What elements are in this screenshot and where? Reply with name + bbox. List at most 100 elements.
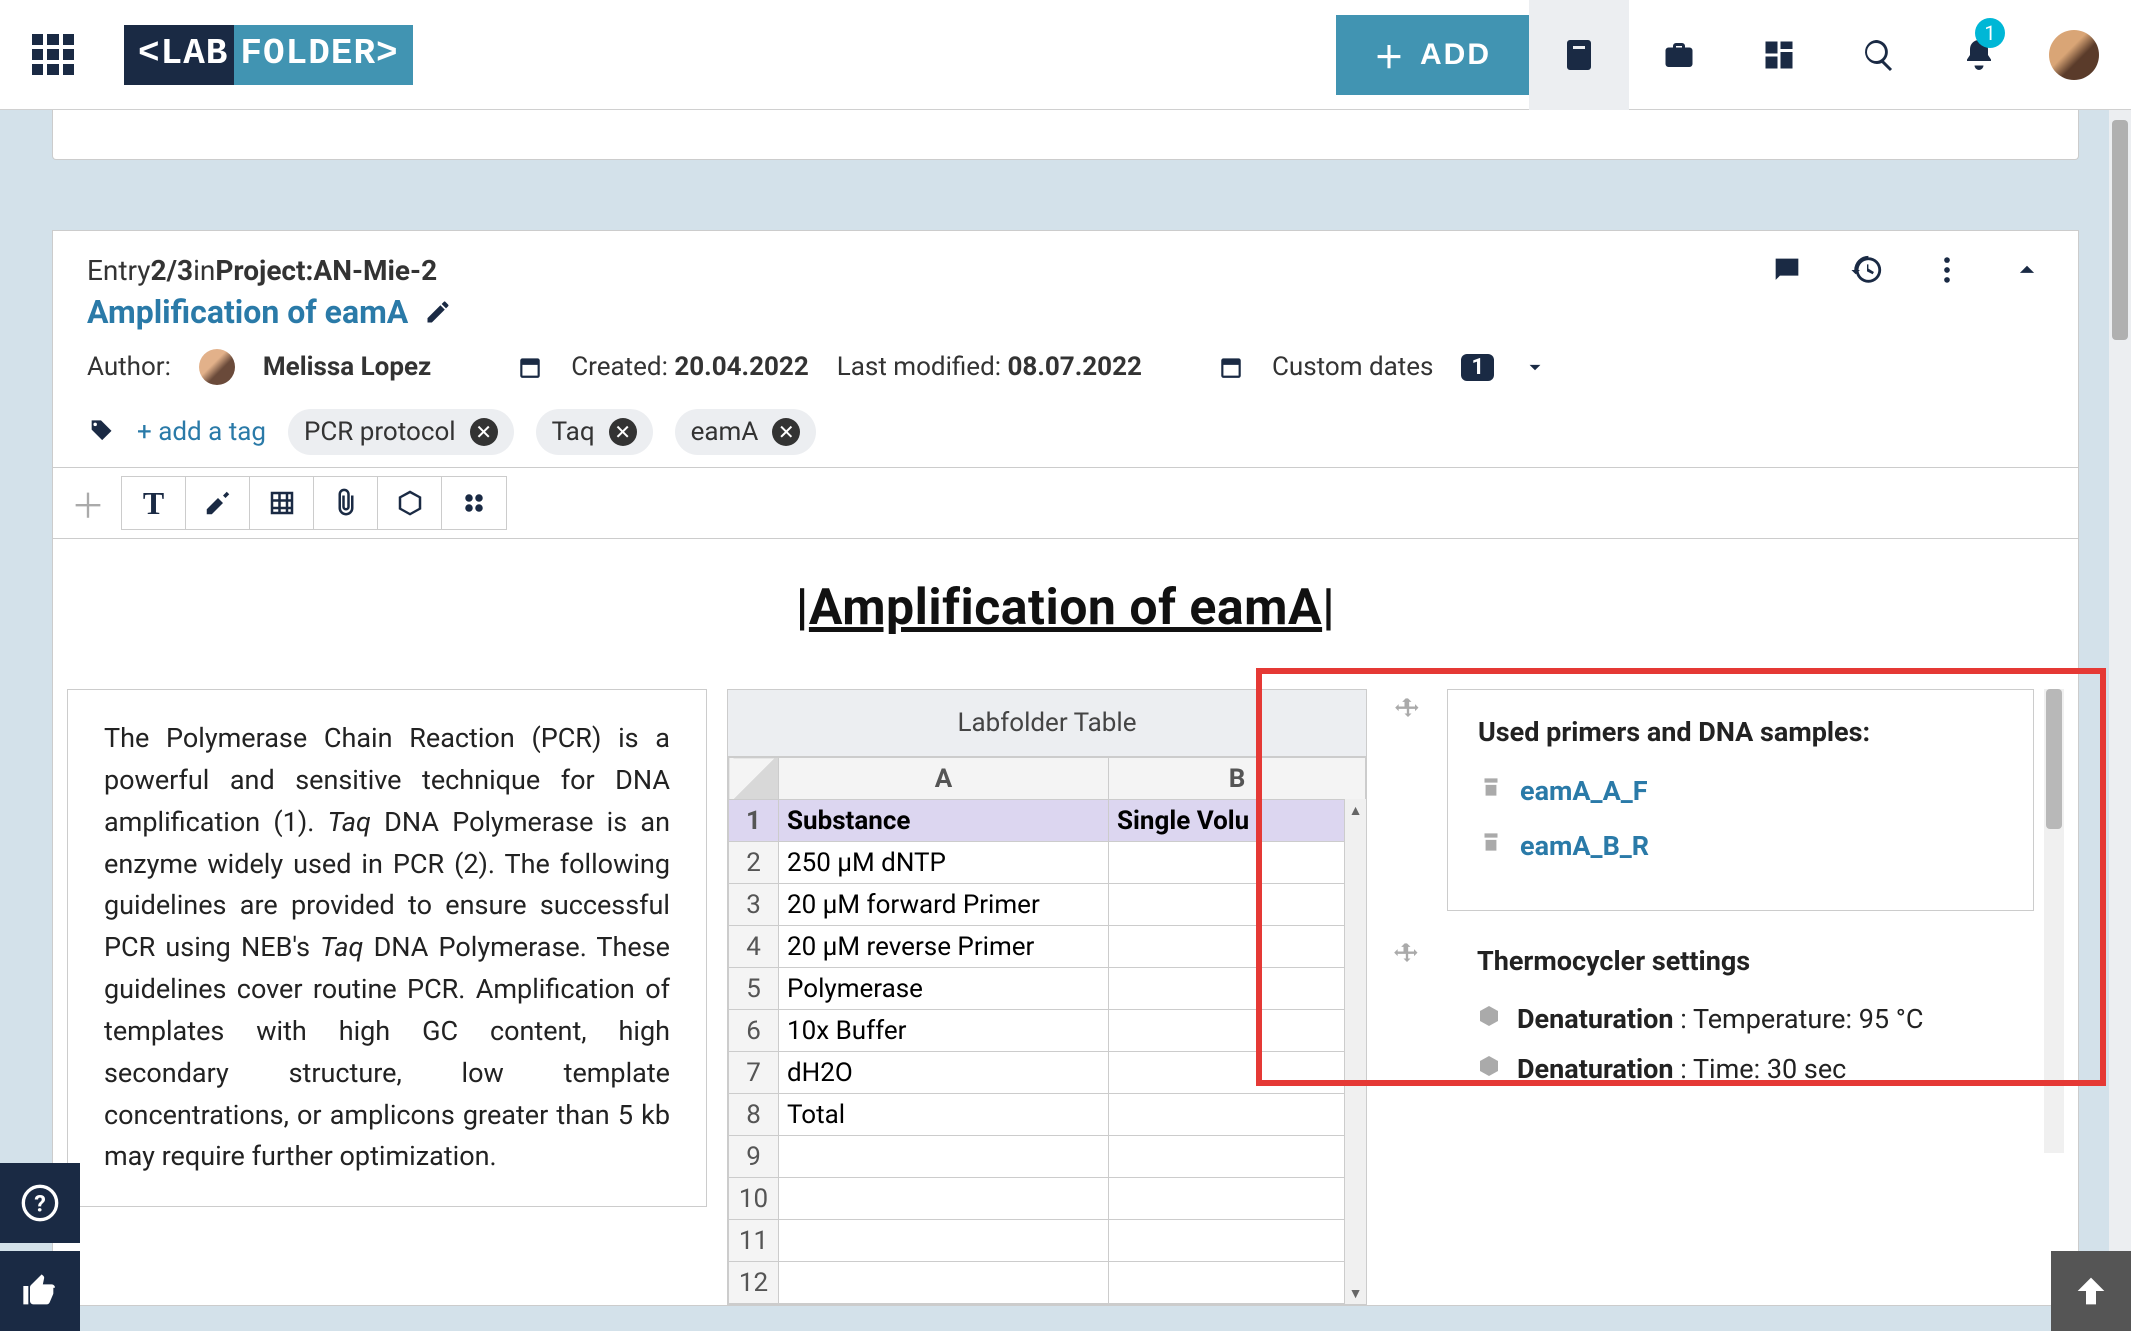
more-icon[interactable]	[1930, 253, 1964, 287]
page-scrollbar[interactable]	[2109, 110, 2131, 1331]
notifications-icon[interactable]: 1	[1929, 0, 2029, 110]
entry-meta-row: Author: Melissa Lopez Created: 20.04.202…	[87, 349, 2044, 385]
row-number[interactable]: 7	[729, 1052, 779, 1094]
cell[interactable]	[1109, 926, 1366, 968]
cell[interactable]	[1109, 1262, 1366, 1304]
sketch-block-button[interactable]	[186, 477, 250, 529]
row-number[interactable]: 2	[729, 842, 779, 884]
grid-block-button[interactable]	[442, 477, 506, 529]
sheet-corner[interactable]	[729, 758, 779, 800]
cell[interactable]	[1109, 1010, 1366, 1052]
comment-icon[interactable]	[1770, 253, 1804, 287]
cell[interactable]	[1109, 968, 1366, 1010]
cell[interactable]: 20 µM reverse Primer	[779, 926, 1109, 968]
text-block[interactable]: The Polymerase Chain Reaction (PCR) is a…	[67, 689, 707, 1207]
entry-breadcrumb: Entry 2/3 in Project: AN-Mie-2	[87, 253, 2044, 287]
entry-title[interactable]: Amplification of eamA	[87, 293, 408, 331]
right-scrollbar[interactable]	[2044, 689, 2064, 1153]
logo-light: FOLDER>	[234, 25, 412, 85]
edit-title-icon[interactable]	[424, 298, 452, 326]
remove-tag-icon[interactable]: ✕	[470, 418, 498, 446]
logo[interactable]: <LAB FOLDER>	[124, 25, 413, 85]
cell[interactable]	[1109, 1136, 1366, 1178]
primers-block: Used primers and DNA samples: eamA_A_F e…	[1447, 689, 2034, 911]
add-button[interactable]: ＋ ADD	[1336, 15, 1529, 95]
row-number[interactable]: 5	[729, 968, 779, 1010]
remove-tag-icon[interactable]: ✕	[609, 418, 637, 446]
col-header-b[interactable]: B	[1109, 758, 1366, 800]
entry-header: Entry 2/3 in Project: AN-Mie-2 Amplifica…	[53, 231, 2078, 467]
right-column: Used primers and DNA samples: eamA_A_F e…	[1387, 689, 2064, 1153]
cell[interactable]	[1109, 842, 1366, 884]
row-number[interactable]: 9	[729, 1136, 779, 1178]
row-number[interactable]: 8	[729, 1094, 779, 1136]
add-tag-link[interactable]: + add a tag	[137, 417, 266, 447]
cell[interactable]: Substance	[779, 800, 1109, 842]
cell[interactable]: Total	[779, 1094, 1109, 1136]
sheet-scrollbar[interactable]: ▲ ▼	[1344, 799, 1366, 1304]
row-number[interactable]: 3	[729, 884, 779, 926]
text-block-button[interactable]: T	[122, 477, 186, 529]
cell[interactable]	[1109, 1178, 1366, 1220]
apps-menu-icon[interactable]	[32, 34, 74, 76]
search-icon[interactable]	[1829, 0, 1929, 110]
row-number[interactable]: 11	[729, 1220, 779, 1262]
cell[interactable]: dH2O	[779, 1052, 1109, 1094]
row-number[interactable]: 12	[729, 1262, 779, 1304]
row-number[interactable]: 6	[729, 1010, 779, 1052]
entry-title-row: Amplification of eamA	[87, 293, 2044, 331]
add-block-icon[interactable]: ＋	[67, 479, 109, 528]
cell[interactable]	[779, 1178, 1109, 1220]
user-avatar[interactable]	[2049, 30, 2099, 80]
dashboard-icon[interactable]	[1729, 0, 1829, 110]
page-scrollbar-thumb[interactable]	[2112, 120, 2128, 340]
row-number[interactable]: 4	[729, 926, 779, 968]
title-heading-block[interactable]: | Amplification of eamA |	[53, 538, 2078, 677]
created-label: Created:	[571, 352, 674, 382]
cell[interactable]: 20 µM forward Primer	[779, 884, 1109, 926]
collapse-icon[interactable]	[2010, 253, 2044, 287]
right-scrollbar-thumb[interactable]	[2046, 689, 2062, 829]
table-block-button[interactable]	[250, 477, 314, 529]
table-block: Labfolder Table A B 1 Substance Single V…	[727, 689, 1367, 1305]
entry-header-actions	[1770, 253, 2044, 287]
hierarchy-icon	[1394, 696, 1422, 728]
hierarchy-icon	[1393, 941, 1421, 973]
cell[interactable]: Single Volu	[1109, 800, 1366, 842]
primer-link[interactable]: eamA_A_F	[1520, 775, 1648, 807]
cell[interactable]	[1109, 1220, 1366, 1262]
cell[interactable]: 250 µM dNTP	[779, 842, 1109, 884]
col-header-a[interactable]: A	[779, 758, 1109, 800]
notebook-icon[interactable]	[1529, 0, 1629, 110]
scroll-to-top-button[interactable]	[2051, 1251, 2131, 1331]
plus-icon: ＋	[1374, 33, 1406, 77]
help-button[interactable]: ?	[0, 1163, 80, 1243]
entry-project-name[interactable]: AN-Mie-2	[313, 254, 437, 287]
custom-dates-badge: 1	[1461, 354, 1494, 381]
feedback-button[interactable]	[0, 1251, 80, 1331]
cell[interactable]	[1109, 1052, 1366, 1094]
text-italic: Taq	[328, 806, 371, 838]
scroll-up-icon[interactable]: ▲	[1345, 799, 1366, 821]
cube-block-button[interactable]	[378, 477, 442, 529]
primer-link-row: eamA_A_F	[1478, 774, 2003, 807]
briefcase-icon[interactable]	[1629, 0, 1729, 110]
row-number[interactable]: 10	[729, 1178, 779, 1220]
scroll-down-icon[interactable]: ▼	[1345, 1282, 1366, 1304]
cell[interactable]	[779, 1262, 1109, 1304]
cell[interactable]: 10x Buffer	[779, 1010, 1109, 1052]
primer-link[interactable]: eamA_B_R	[1520, 830, 1649, 862]
spreadsheet[interactable]: A B 1 Substance Single Volu 2250 µM dNTP…	[727, 756, 1367, 1305]
entry-counter-prefix: Entry	[87, 254, 151, 287]
cell[interactable]	[1109, 884, 1366, 926]
remove-tag-icon[interactable]: ✕	[772, 418, 800, 446]
chevron-down-icon[interactable]	[1522, 354, 1548, 380]
row-number[interactable]: 1	[729, 800, 779, 842]
entry-card: Entry 2/3 in Project: AN-Mie-2 Amplifica…	[52, 230, 2079, 1306]
history-icon[interactable]	[1850, 253, 1884, 287]
cell[interactable]	[1109, 1094, 1366, 1136]
cell[interactable]	[779, 1136, 1109, 1178]
attachment-block-button[interactable]	[314, 477, 378, 529]
cell[interactable]: Polymerase	[779, 968, 1109, 1010]
cell[interactable]	[779, 1220, 1109, 1262]
